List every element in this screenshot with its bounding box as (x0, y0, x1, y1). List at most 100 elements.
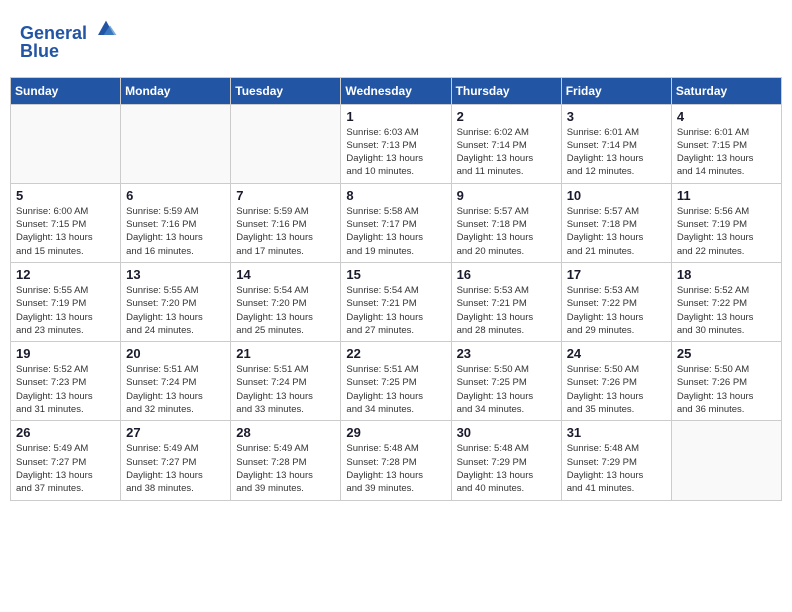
day-number: 25 (677, 346, 776, 361)
cell-info: Sunrise: 5:50 AM Sunset: 7:26 PM Dayligh… (677, 363, 776, 416)
cell-info: Sunrise: 5:59 AM Sunset: 7:16 PM Dayligh… (126, 205, 225, 258)
day-number: 23 (457, 346, 556, 361)
calendar-cell: 16 Sunrise: 5:53 AM Sunset: 7:21 PM Dayli… (451, 262, 561, 341)
calendar-week-0: 1 Sunrise: 6:03 AM Sunset: 7:13 PM Daylig… (11, 104, 782, 183)
weekday-header-wednesday: Wednesday (341, 77, 451, 104)
cell-info: Sunrise: 5:52 AM Sunset: 7:23 PM Dayligh… (16, 363, 115, 416)
calendar-cell: 21Sunrise: 5:51 AM Sunset: 7:24 PM Dayli… (231, 342, 341, 421)
day-number: 7 (236, 188, 335, 203)
calendar-cell: 8Sunrise: 5:58 AM Sunset: 7:17 PM Daylig… (341, 183, 451, 262)
cell-info: Sunrise: 5:55 AM Sunset: 7:20 PM Dayligh… (126, 284, 225, 337)
calendar-cell (121, 104, 231, 183)
cell-info: Sunrise: 6:03 AM Sunset: 7:13 PM Dayligh… (346, 126, 445, 179)
cell-info: Sunrise: 5:54 AM Sunset: 7:21 PM Dayligh… (346, 284, 445, 337)
day-number: 11 (677, 188, 776, 203)
day-number: 18 (677, 267, 776, 282)
cell-info: Sunrise: 6:01 AM Sunset: 7:15 PM Dayligh… (677, 126, 776, 179)
weekday-header-sunday: Sunday (11, 77, 121, 104)
calendar-cell: 31 Sunrise: 5:48 AM Sunset: 7:29 PM Dayli… (561, 421, 671, 500)
logo: General Blue (20, 15, 118, 62)
cell-info: Sunrise: 5:48 AM Sunset: 7:28 PM Dayligh… (346, 442, 445, 495)
day-number: 28 (236, 425, 335, 440)
cell-info: Sunrise: 5:50 AM Sunset: 7:25 PM Dayligh… (457, 363, 556, 416)
calendar-cell: 6 Sunrise: 5:59 AM Sunset: 7:16 PM Daylig… (121, 183, 231, 262)
day-number: 24 (567, 346, 666, 361)
day-number: 17 (567, 267, 666, 282)
day-number: 22 (346, 346, 445, 361)
day-number: 12 (16, 267, 115, 282)
day-number: 19 (16, 346, 115, 361)
day-number: 15 (346, 267, 445, 282)
cell-info: Sunrise: 6:00 AM Sunset: 7:15 PM Dayligh… (16, 205, 115, 258)
cell-info: Sunrise: 6:01 AM Sunset: 7:14 PM Dayligh… (567, 126, 666, 179)
day-number: 5 (16, 188, 115, 203)
calendar-cell: 18 Sunrise: 5:52 AM Sunset: 7:22 PM Dayli… (671, 262, 781, 341)
cell-info: Sunrise: 5:51 AM Sunset: 7:25 PM Dayligh… (346, 363, 445, 416)
cell-info: Sunrise: 5:52 AM Sunset: 7:22 PM Dayligh… (677, 284, 776, 337)
calendar-week-3: 19 Sunrise: 5:52 AM Sunset: 7:23 PM Dayli… (11, 342, 782, 421)
calendar-week-2: 12 Sunrise: 5:55 AM Sunset: 7:19 PM Dayli… (11, 262, 782, 341)
day-number: 6 (126, 188, 225, 203)
calendar-cell: 12 Sunrise: 5:55 AM Sunset: 7:19 PM Dayli… (11, 262, 121, 341)
day-number: 30 (457, 425, 556, 440)
day-number: 29 (346, 425, 445, 440)
calendar-cell: 2Sunrise: 6:02 AM Sunset: 7:14 PM Daylig… (451, 104, 561, 183)
weekday-header-row: SundayMondayTuesdayWednesdayThursdayFrid… (11, 77, 782, 104)
calendar-cell (671, 421, 781, 500)
cell-info: Sunrise: 5:51 AM Sunset: 7:24 PM Dayligh… (126, 363, 225, 416)
calendar-cell (11, 104, 121, 183)
day-number: 26 (16, 425, 115, 440)
calendar-cell: 14 Sunrise: 5:54 AM Sunset: 7:20 PM Dayli… (231, 262, 341, 341)
calendar-cell: 28 Sunrise: 5:49 AM Sunset: 7:28 PM Dayli… (231, 421, 341, 500)
cell-info: Sunrise: 5:48 AM Sunset: 7:29 PM Dayligh… (567, 442, 666, 495)
calendar-cell: 27Sunrise: 5:49 AM Sunset: 7:27 PM Dayli… (121, 421, 231, 500)
calendar-cell: 9 Sunrise: 5:57 AM Sunset: 7:18 PM Daylig… (451, 183, 561, 262)
cell-info: Sunrise: 5:57 AM Sunset: 7:18 PM Dayligh… (457, 205, 556, 258)
cell-info: Sunrise: 5:49 AM Sunset: 7:27 PM Dayligh… (16, 442, 115, 495)
calendar-week-1: 5 Sunrise: 6:00 AM Sunset: 7:15 PM Daylig… (11, 183, 782, 262)
weekday-header-tuesday: Tuesday (231, 77, 341, 104)
calendar-cell: 24 Sunrise: 5:50 AM Sunset: 7:26 PM Dayli… (561, 342, 671, 421)
day-number: 4 (677, 109, 776, 124)
calendar-table: SundayMondayTuesdayWednesdayThursdayFrid… (10, 77, 782, 501)
page-header: General Blue (10, 10, 782, 67)
weekday-header-saturday: Saturday (671, 77, 781, 104)
calendar-cell: 25 Sunrise: 5:50 AM Sunset: 7:26 PM Dayli… (671, 342, 781, 421)
calendar-cell: 20 Sunrise: 5:51 AM Sunset: 7:24 PM Dayli… (121, 342, 231, 421)
cell-info: Sunrise: 5:53 AM Sunset: 7:21 PM Dayligh… (457, 284, 556, 337)
day-number: 2 (457, 109, 556, 124)
cell-info: Sunrise: 5:48 AM Sunset: 7:29 PM Dayligh… (457, 442, 556, 495)
weekday-header-thursday: Thursday (451, 77, 561, 104)
cell-info: Sunrise: 5:50 AM Sunset: 7:26 PM Dayligh… (567, 363, 666, 416)
calendar-cell: 11 Sunrise: 5:56 AM Sunset: 7:19 PM Dayli… (671, 183, 781, 262)
day-number: 27 (126, 425, 225, 440)
day-number: 14 (236, 267, 335, 282)
cell-info: Sunrise: 5:55 AM Sunset: 7:19 PM Dayligh… (16, 284, 115, 337)
day-number: 16 (457, 267, 556, 282)
calendar-cell: 17Sunrise: 5:53 AM Sunset: 7:22 PM Dayli… (561, 262, 671, 341)
calendar-cell: 30 Sunrise: 5:48 AM Sunset: 7:29 PM Dayli… (451, 421, 561, 500)
day-number: 8 (346, 188, 445, 203)
weekday-header-monday: Monday (121, 77, 231, 104)
calendar-cell: 4 Sunrise: 6:01 AM Sunset: 7:15 PM Daylig… (671, 104, 781, 183)
day-number: 10 (567, 188, 666, 203)
day-number: 9 (457, 188, 556, 203)
day-number: 20 (126, 346, 225, 361)
cell-info: Sunrise: 5:57 AM Sunset: 7:18 PM Dayligh… (567, 205, 666, 258)
calendar-cell (231, 104, 341, 183)
cell-info: Sunrise: 5:59 AM Sunset: 7:16 PM Dayligh… (236, 205, 335, 258)
calendar-cell: 5 Sunrise: 6:00 AM Sunset: 7:15 PM Daylig… (11, 183, 121, 262)
weekday-header-friday: Friday (561, 77, 671, 104)
cell-info: Sunrise: 5:56 AM Sunset: 7:19 PM Dayligh… (677, 205, 776, 258)
calendar-cell: 22 Sunrise: 5:51 AM Sunset: 7:25 PM Dayli… (341, 342, 451, 421)
day-number: 3 (567, 109, 666, 124)
day-number: 1 (346, 109, 445, 124)
calendar-cell: 19 Sunrise: 5:52 AM Sunset: 7:23 PM Dayli… (11, 342, 121, 421)
cell-info: Sunrise: 5:54 AM Sunset: 7:20 PM Dayligh… (236, 284, 335, 337)
calendar-cell: 23 Sunrise: 5:50 AM Sunset: 7:25 PM Dayli… (451, 342, 561, 421)
cell-info: Sunrise: 5:49 AM Sunset: 7:28 PM Dayligh… (236, 442, 335, 495)
day-number: 31 (567, 425, 666, 440)
calendar-week-4: 26 Sunrise: 5:49 AM Sunset: 7:27 PM Dayli… (11, 421, 782, 500)
calendar-cell: 10 Sunrise: 5:57 AM Sunset: 7:18 PM Dayli… (561, 183, 671, 262)
day-number: 13 (126, 267, 225, 282)
